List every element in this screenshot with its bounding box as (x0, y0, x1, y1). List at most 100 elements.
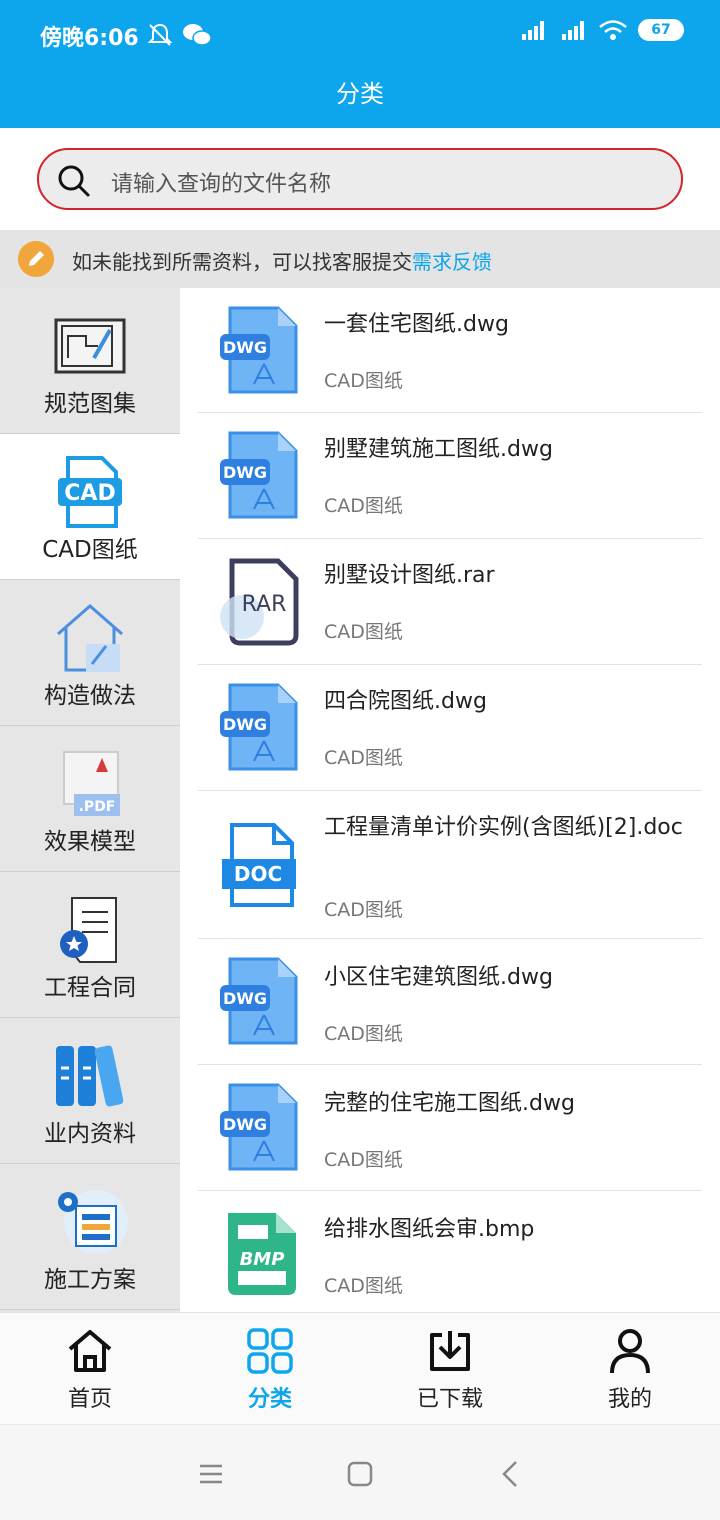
list-item[interactable]: DWG 小区住宅建筑图纸.dwg CAD图纸 (198, 939, 702, 1065)
status-left-icons (146, 20, 212, 50)
file-type: CAD图纸 (324, 1275, 403, 1297)
system-nav-bar (0, 1424, 720, 1520)
nav-profile[interactable]: 我的 (540, 1313, 720, 1425)
nav-label: 我的 (607, 1387, 652, 1412)
house-icon (57, 604, 123, 672)
file-badge: DOC (234, 862, 282, 886)
sidebar-item-standards[interactable]: 规范图集 (0, 288, 180, 434)
sidebar-item-contracts[interactable]: 工程合同 (0, 872, 180, 1018)
dwg-file-icon: DWG (220, 306, 298, 394)
dwg-file-icon: DWG (220, 431, 298, 519)
file-badge: DWG (223, 1115, 267, 1134)
sidebar-item-label: CAD图纸 (42, 537, 138, 563)
file-badge: RAR (242, 592, 287, 617)
back-icon[interactable] (496, 1459, 526, 1489)
dwg-file-icon: DWG (220, 1083, 298, 1171)
file-badge: DWG (223, 463, 267, 482)
sidebar-item-label: 构造做法 (44, 683, 136, 709)
wifi-icon (599, 20, 627, 40)
list-item[interactable]: RAR 别墅设计图纸.rar CAD图纸 (198, 539, 702, 665)
status-bar: 傍晚6:06 67 (0, 0, 720, 64)
page-title: 分类 (336, 80, 384, 108)
sidebar-item-plans[interactable]: 施工方案 (0, 1164, 180, 1310)
bottom-nav: 首页 分类 已下载 我的 (0, 1312, 720, 1424)
nav-label: 已下载 (416, 1387, 483, 1412)
signal-hd-icon (562, 21, 584, 40)
sidebar-item-label: 效果模型 (44, 829, 136, 855)
file-name: 别墅建筑施工图纸.dwg (324, 437, 553, 462)
list-item[interactable]: DOC 工程量清单计价实例(含图纸)[2].doc CAD图纸 (198, 791, 702, 939)
file-badge: DWG (223, 715, 267, 734)
books-icon (56, 1045, 124, 1107)
search-input[interactable]: 请输入查询的文件名称 (37, 148, 683, 210)
file-name: 完整的住宅施工图纸.dwg (324, 1091, 575, 1116)
sidebar-item-models[interactable]: .PDF 效果模型 (0, 726, 180, 872)
wechat-icon (183, 24, 212, 46)
list-item[interactable]: DWG 完整的住宅施工图纸.dwg CAD图纸 (198, 1065, 702, 1191)
file-name: 给排水图纸会审.bmp (324, 1217, 535, 1242)
search-area: 请输入查询的文件名称 (0, 128, 720, 230)
file-name: 四合院图纸.dwg (324, 689, 487, 714)
edit-icon (18, 241, 54, 277)
file-name: 一套住宅图纸.dwg (324, 312, 509, 337)
signal-hd-icon (522, 21, 544, 40)
bell-off-icon (147, 23, 173, 46)
file-type: CAD图纸 (324, 747, 403, 769)
file-badge: BMP (240, 1249, 285, 1270)
file-list: DWG 一套住宅图纸.dwg CAD图纸 DWG 别墅建筑施工图纸.dwg CA… (180, 288, 720, 1312)
dwg-file-icon: DWG (220, 683, 298, 771)
file-type: CAD图纸 (324, 899, 403, 921)
file-name: 别墅设计图纸.rar (324, 563, 495, 588)
file-type: CAD图纸 (324, 1023, 403, 1045)
sidebar-item-label: 施工方案 (44, 1267, 136, 1293)
nav-home[interactable]: 首页 (0, 1313, 180, 1425)
category-sidebar: 规范图集 CAD CAD图纸 构造做法 .PDF 效果模型 工程合同 业内资料 … (0, 288, 180, 1312)
download-icon (430, 1331, 470, 1371)
list-item[interactable]: DWG 一套住宅图纸.dwg CAD图纸 (198, 288, 702, 413)
file-type: CAD图纸 (324, 1149, 403, 1171)
user-icon (610, 1329, 650, 1374)
cad-file-icon: CAD (58, 456, 122, 528)
nav-label: 分类 (247, 1387, 292, 1412)
pdf-file-icon: .PDF (63, 751, 120, 816)
feedback-link[interactable]: 需求反馈 (412, 250, 492, 274)
sidebar-item-industry[interactable]: 业内资料 (0, 1018, 180, 1164)
home-icon (68, 1330, 112, 1372)
feedback-notice: 如未能找到所需资料，可以找客服提交需求反馈 (0, 230, 720, 288)
blueprint-icon (54, 318, 126, 374)
sidebar-item-construction[interactable]: 构造做法 (0, 580, 180, 726)
pdf-badge: .PDF (79, 799, 116, 815)
rar-file-icon: RAR (220, 558, 299, 646)
file-type: CAD图纸 (324, 621, 403, 643)
nav-category[interactable]: 分类 (180, 1313, 360, 1425)
file-type: CAD图纸 (324, 495, 403, 517)
grid-icon (247, 1328, 293, 1374)
notice-text: 如未能找到所需资料，可以找客服提交需求反馈 (72, 246, 492, 275)
nav-label: 首页 (67, 1387, 112, 1412)
file-name: 小区住宅建筑图纸.dwg (324, 965, 553, 990)
list-item[interactable]: DWG 四合院图纸.dwg CAD图纸 (198, 665, 702, 791)
nav-downloaded[interactable]: 已下载 (360, 1313, 540, 1425)
list-item[interactable]: DWG 别墅建筑施工图纸.dwg CAD图纸 (198, 413, 702, 539)
file-type: CAD图纸 (324, 370, 403, 392)
home-square-icon[interactable] (345, 1459, 375, 1489)
doc-file-icon: DOC (222, 823, 296, 907)
file-badge: DWG (223, 338, 267, 357)
sidebar-item-label: 工程合同 (44, 975, 136, 1001)
file-name: 工程量清单计价实例(含图纸)[2].doc (324, 815, 683, 840)
battery-level: 67 (651, 22, 671, 38)
menu-icon[interactable] (196, 1459, 226, 1489)
page-title-bar: 分类 (0, 64, 720, 128)
search-placeholder: 请输入查询的文件名称 (111, 172, 332, 197)
search-icon (58, 165, 90, 197)
sidebar-item-cad[interactable]: CAD CAD图纸 (0, 434, 180, 580)
contract-icon (60, 897, 117, 963)
sidebar-item-label: 业内资料 (44, 1121, 136, 1147)
list-item[interactable]: BMP 给排水图纸会审.bmp CAD图纸 (198, 1191, 702, 1312)
cad-badge: CAD (64, 481, 115, 506)
sidebar-item-label: 规范图集 (44, 391, 136, 417)
status-time: 傍晚6:06 (40, 26, 139, 51)
plan-gear-icon (58, 1190, 128, 1254)
dwg-file-icon: DWG (220, 957, 298, 1045)
bmp-file-icon: BMP (228, 1213, 296, 1295)
